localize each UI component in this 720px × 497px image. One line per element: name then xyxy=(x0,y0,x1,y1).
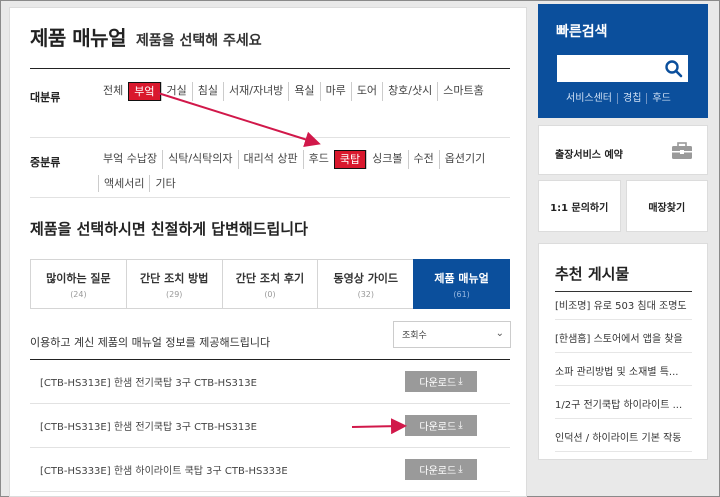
tab-label: 간단 조치 후기 xyxy=(235,271,305,285)
minor-category-item[interactable]: 액세서리 xyxy=(98,175,149,192)
recommended-divider xyxy=(555,291,692,292)
tab-count: (29) xyxy=(165,289,183,299)
tab-count: (32) xyxy=(357,289,374,299)
download-icon: ⤓ xyxy=(458,376,463,387)
tab-count: (61) xyxy=(453,289,470,299)
manual-row: [CTB-HS333E] 한샘 하이라이트 쿡탑 3구 CTB-HS333E 다운… xyxy=(30,448,510,492)
minor-category-item[interactable]: 식탁/식탁의자 xyxy=(162,150,237,169)
manual-row: [CTB-HS313E] 한샘 전기쿡탑 3구 CTB-HS313E 다운로드 ⤓ xyxy=(30,360,510,404)
page-title-main: 제품 매뉴얼 xyxy=(30,26,126,50)
major-category-item[interactable]: 스마트홈 xyxy=(437,82,488,101)
quick-link-pair: 1:1 문의하기 매장찾기 xyxy=(538,180,708,232)
major-category-item[interactable]: 창호/샷시 xyxy=(382,82,437,101)
tab-count: (24) xyxy=(70,289,87,299)
major-category-item[interactable]: 도어 xyxy=(350,82,382,101)
major-category-item[interactable]: 거실 xyxy=(160,82,192,101)
minor-category-list: 부엌 수납장 식탁/식탁의자 대리석 상판 후드 쿡탑 싱크볼 수전 옵션기기액세서리 기타 xyxy=(98,150,498,192)
quick-search-link[interactable]: 서비스센터 xyxy=(566,93,617,104)
download-label: 다운로드 xyxy=(419,378,457,389)
download-label: 다운로드 xyxy=(419,422,457,433)
quick-search-link[interactable]: 경칩 xyxy=(617,93,646,104)
major-category-item[interactable]: 욕실 xyxy=(288,82,319,101)
search-icon[interactable] xyxy=(664,59,684,79)
chevron-down-icon: ⌄ xyxy=(495,328,504,339)
tab-count: (0) xyxy=(264,289,276,299)
minor-category-item[interactable]: 수전 xyxy=(407,150,439,169)
recommended-title: 추천 게시물 xyxy=(555,265,630,283)
recommended-item[interactable]: [한샘홈] 스토어에서 앱을 찾을 xyxy=(555,327,692,353)
store-finder-button[interactable]: 매장찾기 xyxy=(625,180,708,232)
minor-category-item[interactable]: 옵션기기 xyxy=(438,150,490,169)
tab-label: 동영상 가이드 xyxy=(333,271,399,285)
download-label: 다운로드 xyxy=(419,466,457,477)
manual-title: [CTB-HS313E] 한샘 전기쿡탑 3구 CTB-HS313E xyxy=(40,378,257,389)
quick-search-links: 서비스센터 경칩 후드 xyxy=(566,93,676,104)
category-divider xyxy=(30,137,510,138)
minor-category-item[interactable]: 후드 xyxy=(302,150,334,169)
major-category-list: 전체 부엌 거실 침실 서재/자녀방 욕실 마루 도어 창호/샷시 스마트홈 xyxy=(98,82,498,101)
minor-category-item[interactable]: 쿡탑 xyxy=(333,150,367,169)
page-title: 제품 매뉴얼 제품을 선택해 주세요 xyxy=(30,22,262,51)
download-icon: ⤓ xyxy=(458,464,463,475)
major-category-item[interactable]: 전체 xyxy=(98,82,128,101)
tab-item[interactable]: 제품 매뉴얼 (61) xyxy=(413,259,510,309)
download-button[interactable]: 다운로드 ⤓ xyxy=(405,415,477,436)
trip-service-label: 출장서비스 예약 xyxy=(555,150,623,161)
tab-label: 간단 조치 방법 xyxy=(140,271,209,285)
tab-bar: 많이하는 질문 (24) 간단 조치 방법 (29) 간단 조치 후기 (0) 동영상 가이… xyxy=(30,259,510,309)
info-text: 이용하고 계신 제품의 매뉴얼 정보를 제공해드립니다 xyxy=(30,336,271,349)
quick-search-input[interactable] xyxy=(557,55,657,82)
minor-category-label: 중분류 xyxy=(30,156,61,169)
category-divider-bottom xyxy=(30,197,510,198)
minor-category-item[interactable]: 싱크볼 xyxy=(366,150,407,169)
minor-category-item[interactable]: 기타 xyxy=(149,175,180,192)
main-panel: 제품 매뉴얼 제품을 선택해 주세요 대분류 전체 부엌 거실 침실 서재/자녀방 욕실 마… xyxy=(9,7,527,497)
quick-search-box xyxy=(557,55,688,82)
recommended-panel: 추천 게시물 [비조명] 유로 503 침대 조명도 [한샘홈] 스토어에서 앱을… xyxy=(538,243,708,460)
trip-service-panel[interactable]: 출장서비스 예약 xyxy=(538,125,708,175)
download-button[interactable]: 다운로드 ⤓ xyxy=(405,371,477,392)
tab-item[interactable]: 동영상 가이드 (32) xyxy=(317,259,414,309)
major-category-item[interactable]: 침실 xyxy=(191,82,223,101)
minor-category-item[interactable]: 부엌 수납장 xyxy=(98,150,162,169)
page-title-sub: 제품을 선택해 주세요 xyxy=(135,33,262,49)
download-icon: ⤓ xyxy=(458,420,463,431)
tab-label: 많이하는 질문 xyxy=(46,271,111,285)
section-heading: 제품을 선택하시면 친절하게 답변해드립니다 xyxy=(30,220,308,238)
quick-search-panel: 빠른검색 서비스센터 경칩 후드 xyxy=(538,4,708,118)
quick-search-link[interactable]: 후드 xyxy=(646,93,675,104)
recommended-item[interactable]: 1/2구 전기쿡탑 하이라이트 ... xyxy=(555,393,692,419)
tab-item[interactable]: 간단 조치 방법 (29) xyxy=(125,259,222,309)
toolbox-icon xyxy=(672,142,692,159)
inquiry-button[interactable]: 1:1 문의하기 xyxy=(538,180,621,232)
major-category-item[interactable]: 서재/자녀방 xyxy=(223,82,288,101)
download-button[interactable]: 다운로드 ⤓ xyxy=(405,459,477,480)
tab-item[interactable]: 많이하는 질문 (24) xyxy=(30,259,126,309)
title-divider xyxy=(30,68,510,69)
major-category-item[interactable]: 부엌 xyxy=(128,82,161,101)
minor-category-item[interactable]: 대리석 상판 xyxy=(237,150,303,169)
sort-select[interactable]: 조회수 ⌄ xyxy=(393,321,511,348)
sort-select-value: 조회수 xyxy=(402,331,427,341)
manual-row: [CTB-HS313E] 한샘 전기쿡탑 3구 CTB-HS313E 다운로드 ⤓ xyxy=(30,404,510,448)
manual-title: [CTB-HS333E] 한샘 하이라이트 쿡탑 3구 CTB-HS333E xyxy=(40,466,288,477)
quick-search-title: 빠른검색 xyxy=(556,24,608,40)
major-category-item[interactable]: 마루 xyxy=(319,82,351,101)
recommended-item[interactable]: [비조명] 유로 503 침대 조명도 xyxy=(555,294,692,320)
major-category-label: 대분류 xyxy=(30,91,61,104)
tab-label: 제품 매뉴얼 xyxy=(434,271,489,285)
manual-title: [CTB-HS313E] 한샘 전기쿡탑 3구 CTB-HS313E xyxy=(40,422,257,433)
recommended-item[interactable]: 인덕션 / 하이라이트 기본 작동 xyxy=(555,426,692,452)
recommended-item[interactable]: 소파 관리방법 및 소재별 특... xyxy=(555,360,692,386)
tab-item[interactable]: 간단 조치 후기 (0) xyxy=(221,259,318,309)
